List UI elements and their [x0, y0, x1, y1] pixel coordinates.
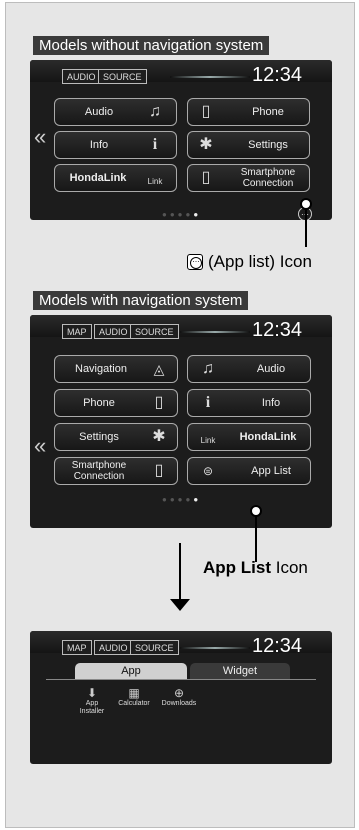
tile-phone[interactable]: Phone ▯ [54, 389, 178, 417]
tile-smartphone-connection[interactable]: Smartphone Connection ▯ [54, 457, 178, 485]
audio-button[interactable]: AUDIO [62, 69, 101, 84]
callout-line [255, 512, 257, 562]
hondalink-icon: Link [200, 436, 216, 445]
app-list-icon: ⋯ [187, 254, 203, 270]
tile-label: Smartphone Connection [240, 167, 296, 189]
tile-label: Info [89, 139, 109, 151]
caption-bold: App List [203, 558, 271, 577]
smartphone-icon: ▯ [201, 169, 211, 186]
screen-with-nav: MAP AUDIO SOURCE 12:34 « Navigation ◬ Ph… [30, 315, 332, 528]
clock: 12:34 [252, 64, 303, 86]
tile-phone[interactable]: ▯ Phone [187, 98, 310, 126]
tile-info[interactable]: Info i [54, 131, 177, 159]
tile-hondalink[interactable]: HondaLink Link [54, 164, 177, 192]
tile-label: Phone [83, 397, 115, 409]
section-label: Models without navigation system [33, 36, 270, 55]
top-arc [180, 647, 250, 649]
tile-audio[interactable]: Audio ♫ [54, 98, 177, 126]
music-note-icon: ♫ [149, 103, 161, 120]
chevron-left-icon[interactable]: « [34, 433, 46, 459]
audio-button[interactable]: AUDIO [94, 324, 133, 339]
tile-label: HondaLink [69, 172, 127, 184]
manual-panel: Models without navigation system AUDIO S… [5, 2, 355, 828]
calculator-item[interactable]: ▦ Calculator [112, 686, 156, 708]
info-icon: i [152, 136, 158, 153]
hondalink-icon: Link [147, 177, 163, 186]
tile-app-list[interactable]: ⊜ App List [187, 457, 311, 485]
tile-label: Smartphone Connection [71, 460, 127, 482]
tile-audio[interactable]: ♫ Audio [187, 355, 311, 383]
gear-icon: ✱ [199, 136, 213, 153]
app-list-icon: ⊜ [202, 464, 214, 478]
tab-app[interactable]: App [75, 663, 187, 679]
arrow-down-icon [179, 543, 181, 603]
source-button[interactable]: SOURCE [130, 324, 179, 339]
gear-icon: ✱ [152, 428, 166, 445]
section-label: Models with navigation system [33, 291, 249, 310]
tile-label: Settings [248, 139, 288, 151]
callout-dot [250, 505, 262, 517]
tile-settings[interactable]: ✱ Settings [187, 131, 310, 159]
info-icon: i [205, 394, 211, 411]
screen-app-list: MAP AUDIO SOURCE 12:34 App Widget ⬇ App … [30, 631, 332, 764]
caption-app-list: (App list) Icon [208, 252, 312, 271]
arrow-head [170, 599, 190, 611]
callout-line [305, 210, 307, 247]
top-arc [180, 331, 250, 333]
tile-label: Audio [256, 363, 286, 375]
page-dots: ●●●●● [162, 495, 202, 504]
phone-icon: ▯ [154, 394, 164, 411]
app-installer-icon: ⬇ [86, 686, 98, 700]
tab-divider [46, 679, 316, 680]
audio-button[interactable]: AUDIO [94, 640, 133, 655]
tab-widget[interactable]: Widget [190, 663, 290, 679]
screen-without-nav: AUDIO SOURCE 12:34 « Audio ♫ Info i Hond… [30, 60, 332, 220]
app-label: Downloads [161, 700, 197, 707]
tile-navigation[interactable]: Navigation ◬ [54, 355, 178, 383]
tile-settings[interactable]: Settings ✱ [54, 423, 178, 451]
music-note-icon: ♫ [202, 360, 214, 377]
tile-hondalink[interactable]: Link HondaLink [187, 423, 311, 451]
compass-icon: ◬ [153, 361, 165, 377]
tile-label: Info [261, 397, 281, 409]
clock: 12:34 [252, 319, 303, 341]
map-button[interactable]: MAP [62, 324, 92, 339]
phone-icon: ▯ [201, 103, 211, 120]
tile-label: Navigation [75, 363, 127, 375]
map-button[interactable]: MAP [62, 640, 92, 655]
downloads-icon: ⊕ [173, 686, 185, 700]
chevron-left-icon[interactable]: « [34, 124, 46, 150]
caption-rest: Icon [271, 558, 308, 577]
tile-label: Phone [252, 106, 284, 118]
tile-label: App List [251, 465, 291, 477]
app-installer-item[interactable]: ⬇ App Installer [74, 686, 110, 716]
tile-label: Audio [84, 106, 114, 118]
calculator-icon: ▦ [128, 686, 140, 700]
tile-label: Settings [79, 431, 119, 443]
tile-label: HondaLink [239, 431, 297, 443]
smartphone-icon: ▯ [154, 462, 164, 479]
app-label: App Installer [79, 700, 105, 715]
caption-app-list-icon: App List Icon [203, 558, 308, 578]
source-button[interactable]: SOURCE [98, 69, 147, 84]
page-dots: ●●●●● [162, 210, 202, 219]
clock: 12:34 [252, 635, 303, 657]
top-arc [170, 76, 250, 78]
tile-smartphone-connection[interactable]: ▯ Smartphone Connection [187, 164, 310, 192]
source-button[interactable]: SOURCE [130, 640, 179, 655]
app-label: Calculator [118, 700, 150, 707]
downloads-item[interactable]: ⊕ Downloads [156, 686, 202, 708]
callout-dot [300, 198, 312, 210]
tile-info[interactable]: i Info [187, 389, 311, 417]
